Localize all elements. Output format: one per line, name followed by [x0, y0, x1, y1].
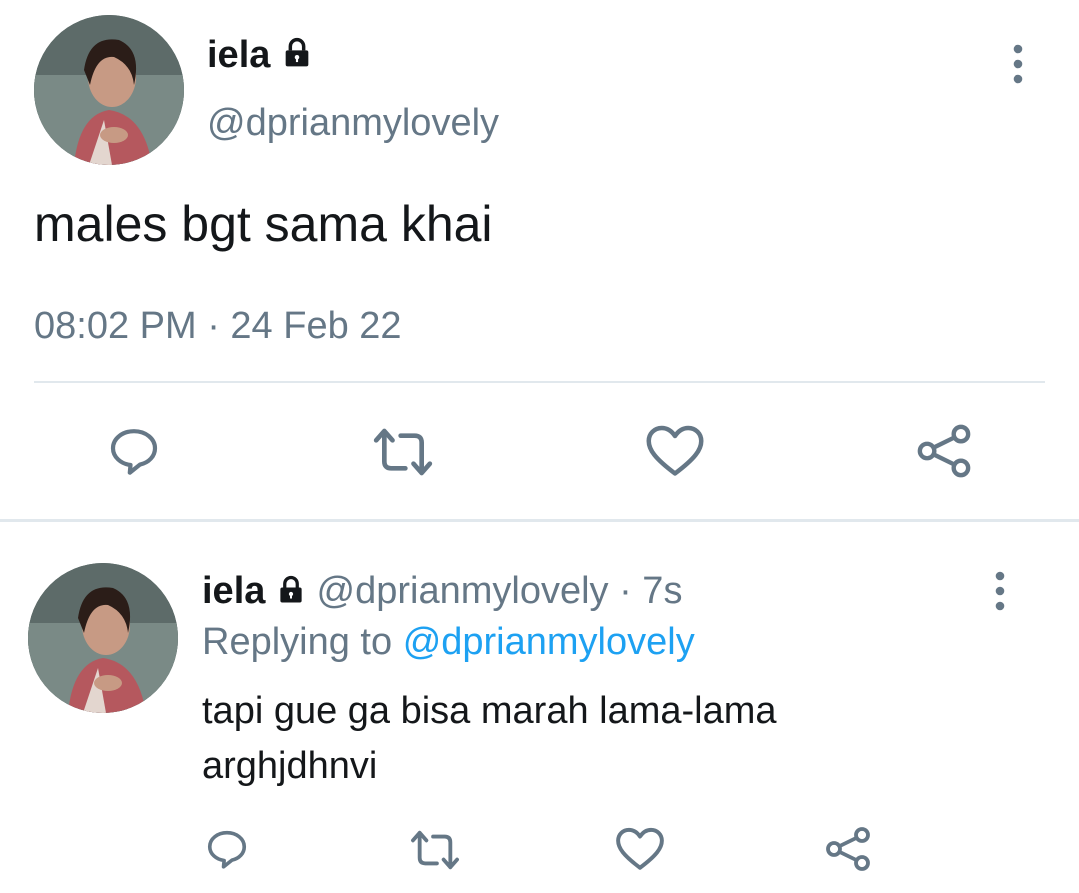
reply-handle[interactable]: @dprianmylovely: [317, 570, 609, 612]
reply-icon[interactable]: [204, 826, 250, 872]
tweet-text: males bgt sama khai: [34, 196, 493, 252]
replying-handle-link[interactable]: @dprianmylovely: [403, 621, 695, 663]
share-icon[interactable]: [824, 825, 872, 873]
retweet-icon[interactable]: [370, 424, 436, 480]
more-vertical-icon[interactable]: [1008, 44, 1028, 84]
display-name-text[interactable]: iela: [207, 34, 270, 76]
avatar[interactable]: [34, 15, 184, 165]
tweet-timestamp[interactable]: 08:02 PM · 24 Feb 22: [34, 303, 402, 349]
lock-icon: [276, 570, 306, 616]
reply-text-line2: arghjdhnvi: [202, 745, 378, 787]
lock-icon: [281, 35, 313, 79]
user-handle[interactable]: @dprianmylovely: [207, 100, 499, 146]
reply-header: iela @dprianmylovely · 7s: [202, 568, 682, 616]
section-divider: [0, 519, 1079, 522]
heart-icon[interactable]: [615, 826, 665, 872]
share-icon[interactable]: [915, 422, 973, 480]
heart-icon[interactable]: [645, 423, 705, 479]
retweet-icon[interactable]: [408, 827, 462, 873]
replying-label: Replying to: [202, 621, 393, 663]
reply-icon[interactable]: [106, 423, 162, 479]
display-name[interactable]: iela: [207, 33, 313, 79]
replying-to: Replying to @dprianmylovely: [202, 619, 695, 665]
reply-display-name[interactable]: iela: [202, 570, 265, 612]
divider: [34, 381, 1045, 383]
reply-text-line1: tapi gue ga bisa marah lama-lama: [202, 690, 777, 732]
reply-time[interactable]: · 7s: [619, 570, 682, 612]
more-vertical-icon[interactable]: [990, 571, 1010, 611]
reply-avatar[interactable]: [28, 563, 178, 713]
